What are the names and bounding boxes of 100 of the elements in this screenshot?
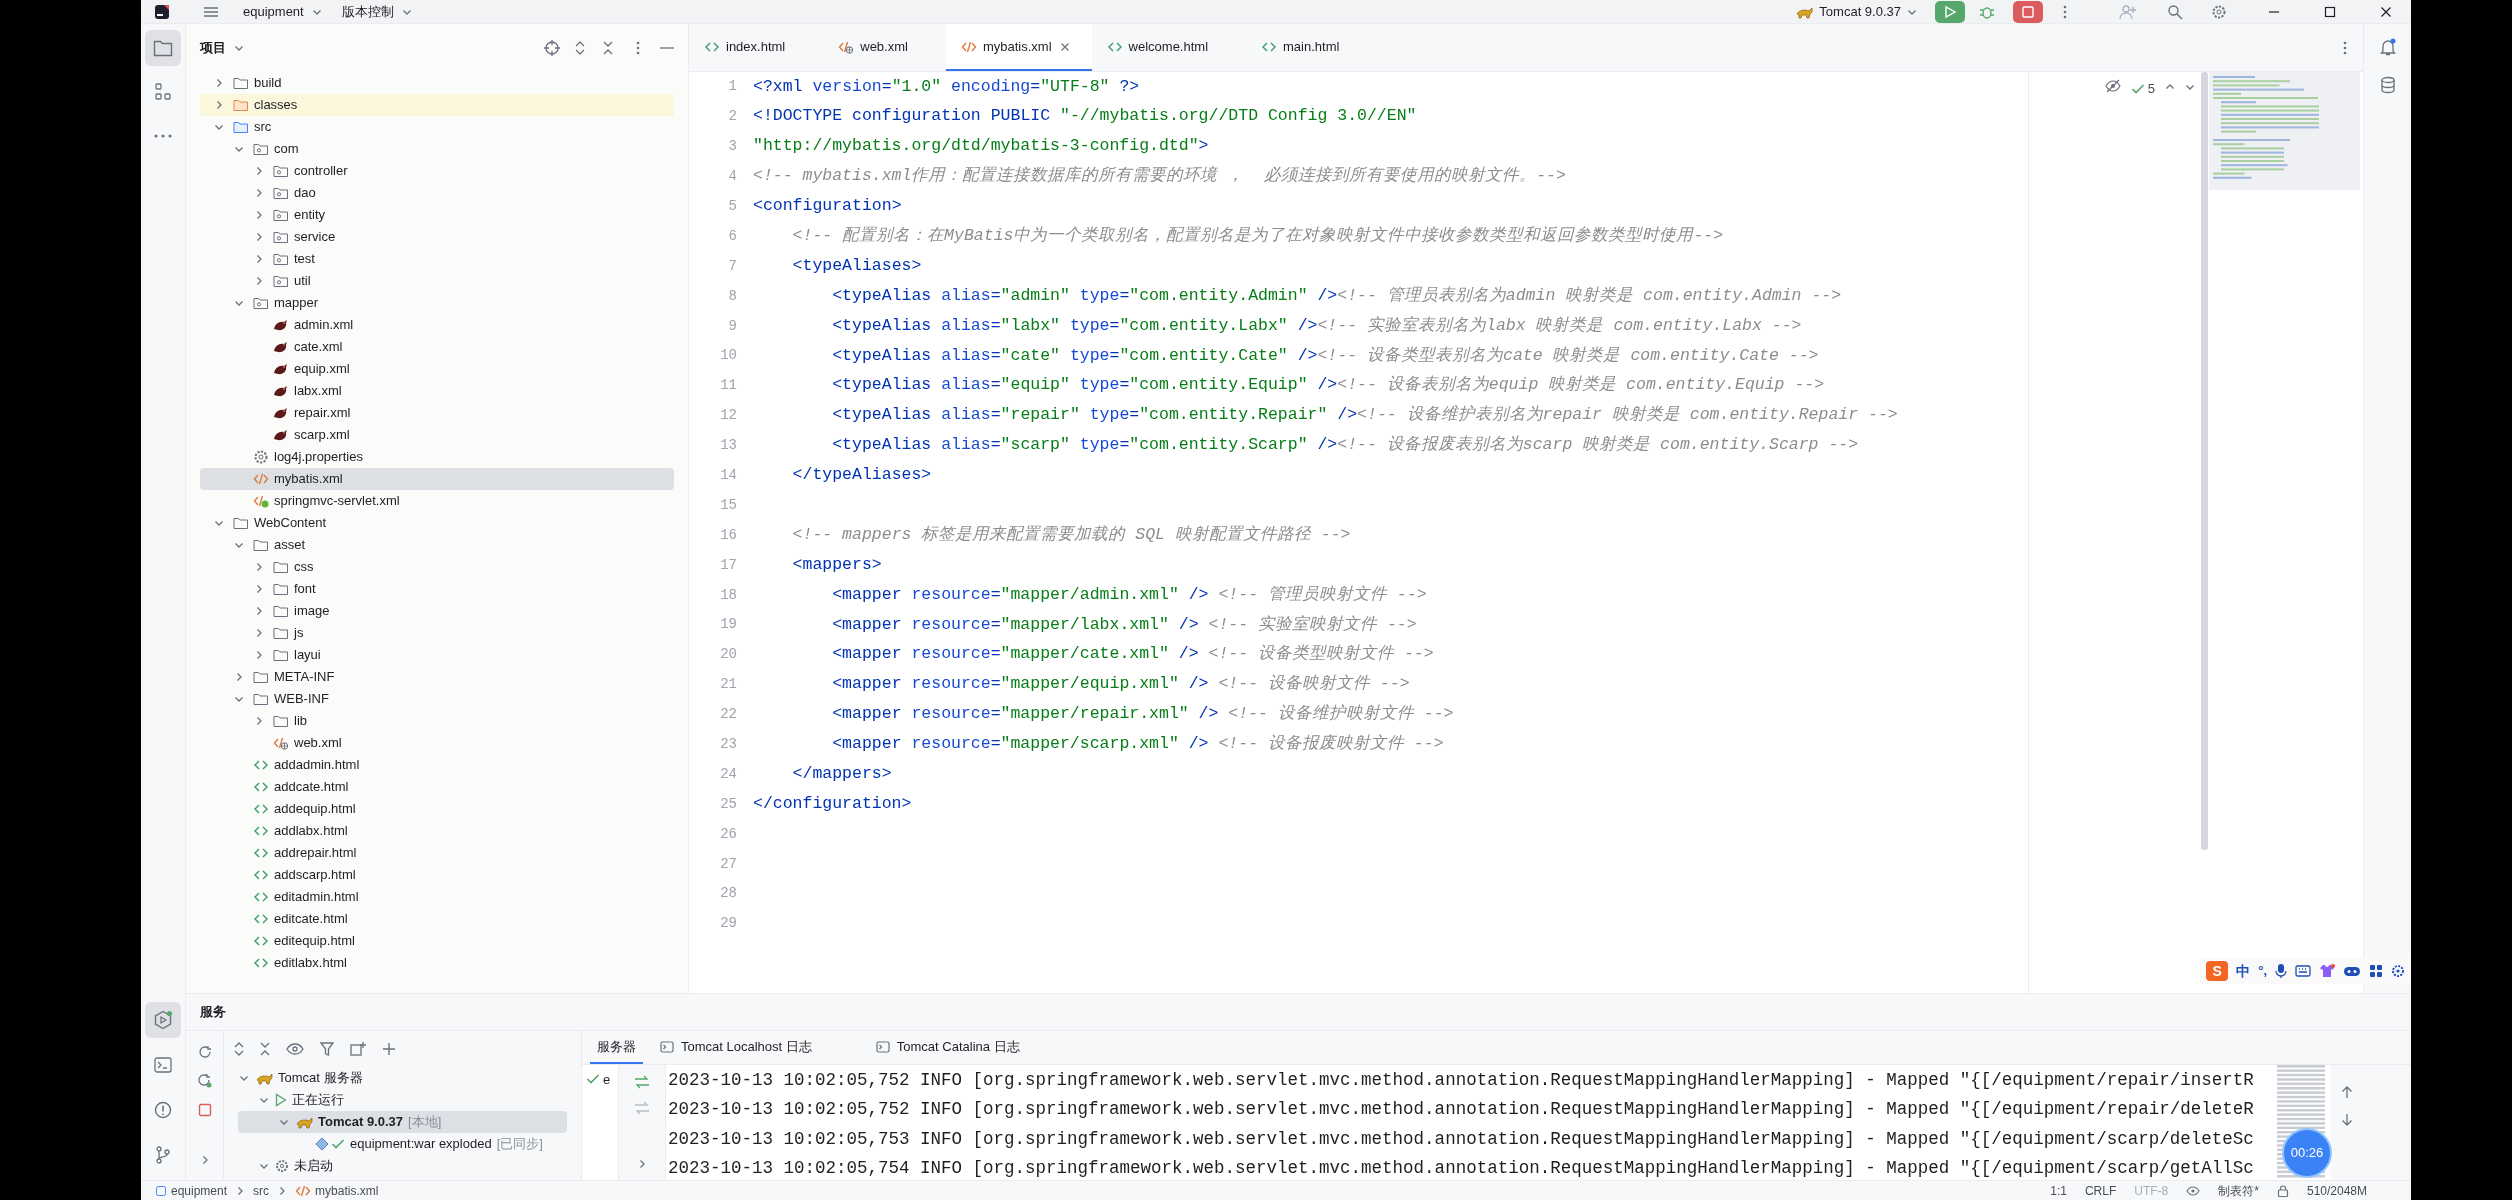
- scrollbar-thumb[interactable]: [2201, 72, 2208, 850]
- chevron-right-icon[interactable]: [254, 166, 264, 176]
- tree-item[interactable]: test: [200, 248, 674, 270]
- chevron-right-icon[interactable]: [254, 210, 264, 220]
- vcs-selector[interactable]: 版本控制: [341, 1, 412, 22]
- tree-item[interactable]: addadmin.html: [200, 754, 674, 776]
- breadcrumb-item[interactable]: src: [253, 1181, 270, 1200]
- editor-tab[interactable]: main.html: [1246, 24, 1378, 71]
- status-item[interactable]: 制表符*: [2218, 1181, 2259, 1200]
- chevron-down-icon[interactable]: [279, 1117, 289, 1127]
- chevron-right-icon[interactable]: [254, 628, 264, 638]
- tree-item[interactable]: asset: [200, 534, 674, 556]
- new-group-icon[interactable]: [350, 1041, 366, 1057]
- eye-icon[interactable]: [286, 1043, 304, 1055]
- tree-item[interactable]: editequip.html: [200, 930, 674, 952]
- tree-item[interactable]: addcate.html: [200, 776, 674, 798]
- stop-button[interactable]: [2013, 0, 2043, 23]
- services-tool-button[interactable]: [145, 1002, 181, 1038]
- hide-panel-icon[interactable]: [660, 46, 674, 50]
- locate-icon[interactable]: [544, 40, 560, 56]
- chevron-down-icon[interactable]: [234, 540, 244, 550]
- close-icon[interactable]: [2379, 4, 2393, 19]
- inspection-widget[interactable]: 5: [2130, 79, 2155, 99]
- log-tab[interactable]: Tomcat Catalina 日志: [868, 1031, 1027, 1064]
- chevron-down-icon[interactable]: [234, 144, 244, 154]
- arrow-down-icon[interactable]: [2341, 1113, 2353, 1127]
- search-icon[interactable]: [2167, 3, 2183, 20]
- hidden-eye-icon[interactable]: [2104, 79, 2121, 93]
- tree-item[interactable]: repair.xml: [200, 402, 674, 424]
- chevron-right-icon[interactable]: [254, 606, 264, 616]
- microphone-icon[interactable]: [2275, 963, 2287, 979]
- expand-all-icon[interactable]: [574, 40, 586, 56]
- status-item[interactable]: CRLF: [2084, 1181, 2117, 1200]
- filter-icon[interactable]: [320, 1042, 334, 1056]
- collapse-all-icon[interactable]: [602, 40, 614, 56]
- tree-item[interactable]: equip.xml: [200, 358, 674, 380]
- tree-item[interactable]: com: [200, 138, 674, 160]
- expand-all-icon[interactable]: [234, 1042, 244, 1056]
- chevron-right-icon[interactable]: [254, 716, 264, 726]
- editor-tab[interactable]: welcome.html: [1091, 24, 1247, 71]
- tree-item[interactable]: addequip.html: [200, 798, 674, 820]
- punctuation-toggle[interactable]: °,: [2258, 961, 2267, 981]
- tree-item[interactable]: springmvc-servlet.xml: [200, 490, 674, 512]
- chevron-right-icon[interactable]: [214, 78, 224, 88]
- eye-icon[interactable]: [2186, 1185, 2201, 1196]
- service-tree-item[interactable]: 未启动: [238, 1155, 567, 1177]
- tree-item[interactable]: service: [200, 226, 674, 248]
- tree-item[interactable]: cate.xml: [200, 336, 674, 358]
- tree-item[interactable]: build: [200, 72, 674, 94]
- more-icon[interactable]: [636, 41, 640, 55]
- settings-icon[interactable]: [2211, 3, 2227, 20]
- chevron-right-icon[interactable]: [234, 672, 244, 682]
- refresh-icon[interactable]: [197, 1045, 212, 1059]
- tree-item[interactable]: log4j.properties: [200, 446, 674, 468]
- tree-item[interactable]: labx.xml: [200, 380, 674, 402]
- tree-item[interactable]: mybatis.xml: [200, 468, 674, 490]
- log-tab[interactable]: Tomcat Localhost 日志: [653, 1031, 819, 1064]
- bell-icon[interactable]: [2378, 38, 2397, 56]
- deploy-arrows-icon[interactable]: [634, 1075, 650, 1089]
- apps-icon[interactable]: [2369, 964, 2383, 978]
- tree-item[interactable]: editadmin.html: [200, 886, 674, 908]
- tree-item[interactable]: admin.xml: [200, 314, 674, 336]
- tree-item[interactable]: font: [200, 578, 674, 600]
- chevron-right-icon[interactable]: [254, 188, 264, 198]
- tree-item[interactable]: META-INF: [200, 666, 674, 688]
- chevron-down-icon[interactable]: [259, 1161, 269, 1171]
- chevron-down-icon[interactable]: [2185, 82, 2195, 92]
- more-icon[interactable]: [2343, 40, 2347, 55]
- project-view-selector[interactable]: 项目: [200, 38, 244, 58]
- chevron-right-icon[interactable]: [254, 562, 264, 572]
- status-item[interactable]: 1:1: [2050, 1181, 2067, 1200]
- project-tool-button[interactable]: [145, 30, 181, 66]
- editor-tab[interactable]: index.html: [689, 24, 824, 71]
- tree-item[interactable]: addscarp.html: [200, 864, 674, 886]
- tree-item[interactable]: editcate.html: [200, 908, 674, 930]
- tree-item[interactable]: entity: [200, 204, 674, 226]
- chevron-down-icon[interactable]: [239, 1073, 249, 1083]
- chevron-right-icon[interactable]: [254, 650, 264, 660]
- more-icon[interactable]: [2063, 4, 2067, 19]
- chevron-right-icon[interactable]: [254, 584, 264, 594]
- tree-item[interactable]: src: [200, 116, 674, 138]
- input-mode-toggle[interactable]: 中: [2236, 960, 2251, 982]
- status-item[interactable]: 510/2048M: [2306, 1181, 2367, 1200]
- tree-item[interactable]: WEB-INF: [200, 688, 674, 710]
- breadcrumb-item[interactable]: mybatis.xml: [295, 1181, 379, 1200]
- settings-icon[interactable]: [2391, 964, 2405, 978]
- arrow-up-icon[interactable]: [2341, 1085, 2353, 1099]
- tree-item[interactable]: classes: [200, 94, 674, 116]
- add-icon[interactable]: [382, 1042, 396, 1056]
- service-tree-item[interactable]: Tomcat 服务器: [238, 1067, 567, 1089]
- tree-item[interactable]: controller: [200, 160, 674, 182]
- project-selector[interactable]: equipment: [243, 1, 322, 22]
- tree-item[interactable]: dao: [200, 182, 674, 204]
- deployment-item[interactable]: e: [603, 1073, 611, 1087]
- lock-icon[interactable]: [2276, 1184, 2289, 1197]
- chevron-right-icon[interactable]: [214, 100, 224, 110]
- tree-item[interactable]: addrepair.html: [200, 842, 674, 864]
- tree-item[interactable]: lib: [200, 710, 674, 732]
- tree-item[interactable]: scarp.xml: [200, 424, 674, 446]
- tree-item[interactable]: web.xml: [200, 732, 674, 754]
